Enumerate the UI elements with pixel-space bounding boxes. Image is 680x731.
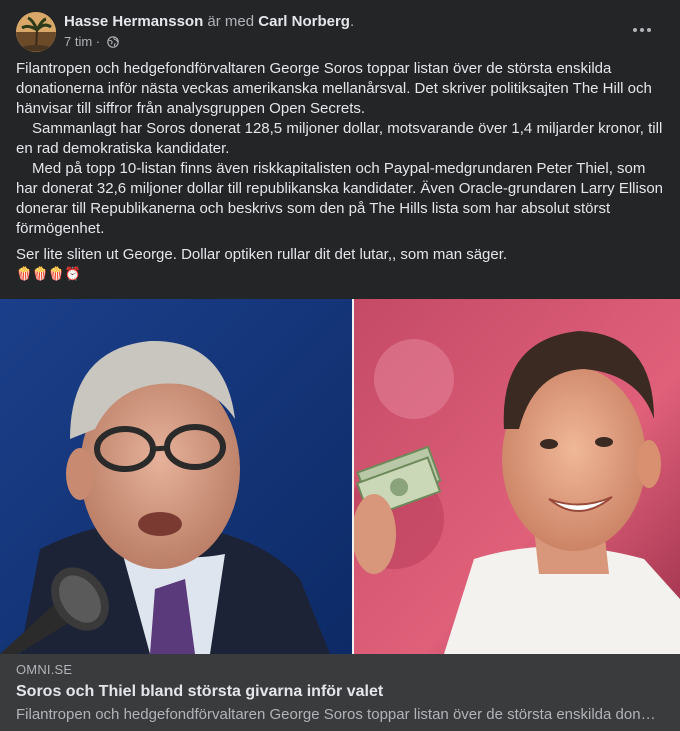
with-text: är med (207, 13, 255, 30)
post-comment: Ser lite sliten ut George. Dollar optike… (16, 246, 508, 263)
post-paragraph: Med på topp 10-listan finns även riskkap… (16, 160, 664, 237)
post-text: Filantropen och hedgefondförvaltaren Geo… (16, 59, 668, 283)
link-preview[interactable]: OMNI.SE Soros och Thiel bland största gi… (0, 654, 680, 731)
author-line: Hasse Hermansson är med Carl Norberg. (64, 13, 354, 30)
author-avatar[interactable] (16, 12, 56, 52)
author-name[interactable]: Hasse Hermansson (64, 13, 203, 30)
time-separator: · (95, 34, 101, 49)
more-dot-icon (640, 28, 644, 32)
more-dot-icon (647, 28, 651, 32)
tagged-name[interactable]: Carl Norberg (258, 13, 350, 30)
post-meta: 7 tim · (64, 34, 119, 51)
link-domain: OMNI.SE (16, 662, 73, 677)
tagged-suffix: . (349, 13, 355, 30)
emoji-row: 🍿🍿🍿⏰ (16, 266, 81, 281)
post-time[interactable]: 7 tim (64, 34, 92, 49)
soros-photo (0, 299, 352, 654)
facebook-post: Hasse Hermansson är med Carl Norberg. 7 … (0, 0, 680, 731)
post-paragraph: Filantropen och hedgefondförvaltaren Geo… (16, 60, 652, 117)
link-title[interactable]: Soros och Thiel bland största givarna in… (16, 683, 383, 701)
thiel-photo (354, 299, 680, 654)
link-preview-image[interactable] (0, 299, 680, 654)
more-options-button[interactable] (626, 18, 658, 42)
globe-icon (106, 36, 119, 51)
post-header: Hasse Hermansson är med Carl Norberg. 7 … (16, 12, 664, 52)
link-description: Filantropen och hedgefondförvaltaren Geo… (16, 706, 656, 723)
more-dot-icon (633, 28, 637, 32)
post-paragraph: Sammanlagt har Soros donerat 128,5 miljo… (16, 120, 663, 157)
